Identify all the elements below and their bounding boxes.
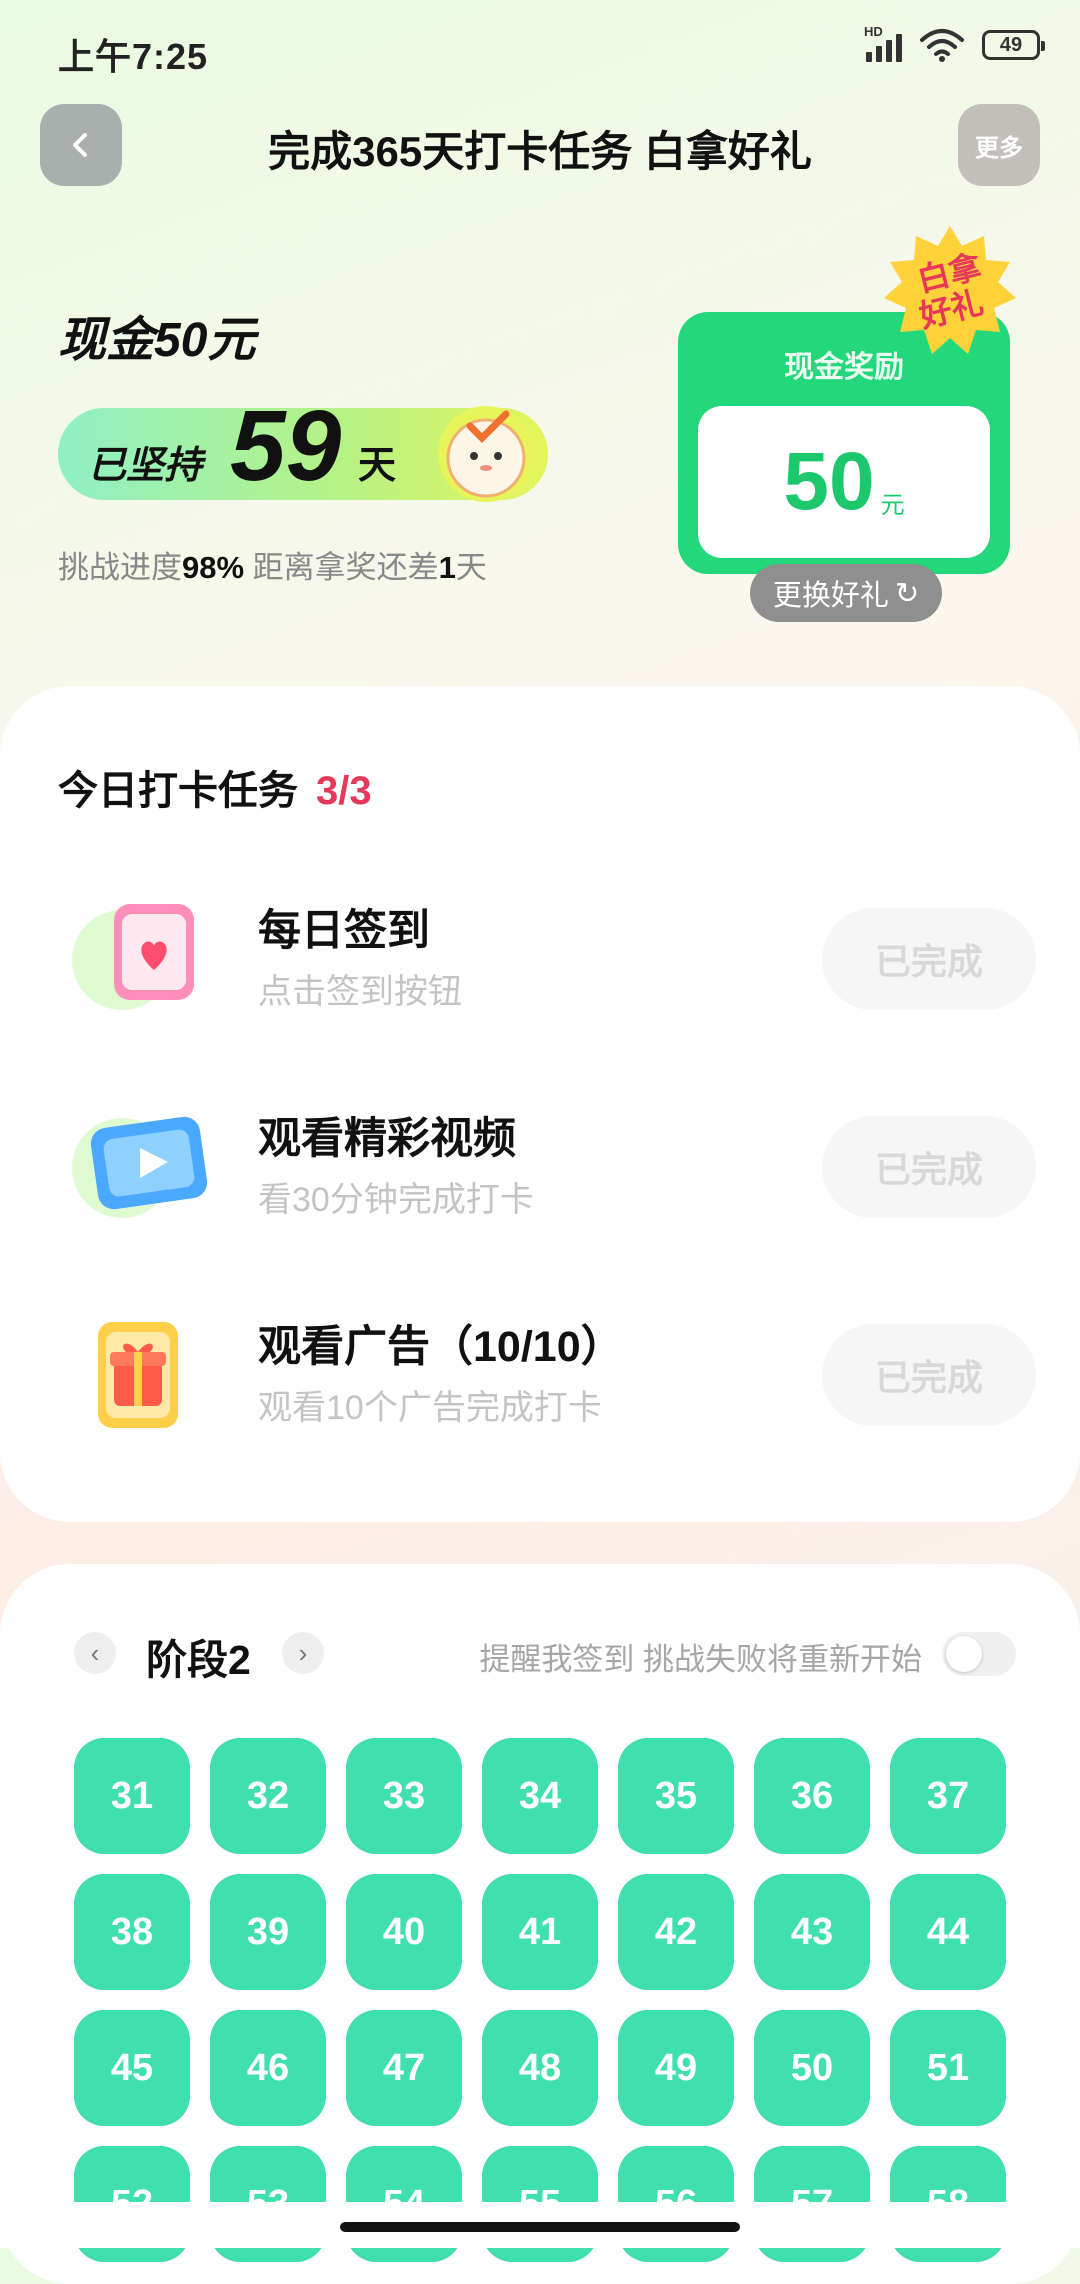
stage-prev-button[interactable]: ‹	[74, 1632, 116, 1674]
day-cell[interactable]: 50	[754, 2010, 870, 2126]
day-cell[interactable]: 36	[754, 1738, 870, 1854]
reward-amount: 50	[783, 436, 875, 527]
task-row: 观看精彩视频 看30分钟完成打卡 已完成	[0, 1086, 1080, 1236]
battery-icon: 49	[982, 30, 1045, 60]
task-name: 观看广告（10/10）	[258, 1323, 624, 1371]
mascot-icon	[438, 406, 534, 502]
day-cell[interactable]: 46	[210, 2010, 326, 2126]
tasks-heading: 今日打卡任务 3/3	[58, 769, 372, 813]
day-cell[interactable]: 41	[482, 1874, 598, 1990]
status-time: 上午7:25	[58, 36, 209, 77]
task-row: 每日签到 点击签到按钮 已完成	[0, 878, 1080, 1028]
daily-tasks-card: 今日打卡任务 3/3 每日签到 点击签到按钮 已完成 观看精彩视频 看30分钟完成…	[0, 686, 1080, 1522]
free-gift-badge: 白拿 好礼	[884, 226, 1016, 354]
task-desc: 点击签到按钮	[258, 973, 462, 1011]
day-cell[interactable]: 43	[754, 1874, 870, 1990]
home-indicator[interactable]	[340, 2222, 740, 2232]
chevron-right-icon: ›	[298, 1637, 308, 1668]
streak-prefix: 已坚持	[88, 445, 203, 487]
challenge-progress: 挑战进度98% 距离拿奖还差1天	[58, 550, 487, 585]
streak-days: 59	[230, 390, 342, 502]
stage-card: ‹ 阶段2 › 提醒我签到 挑战失败将重新开始 31 32 33 34 35 36 37 38…	[0, 1564, 1080, 2284]
day-cell[interactable]: 38	[74, 1874, 190, 1990]
reminder-label: 提醒我签到 挑战失败将重新开始	[479, 1642, 922, 1677]
day-cell[interactable]: 51	[890, 2010, 1006, 2126]
day-cell[interactable]: 44	[890, 1874, 1006, 1990]
day-cell[interactable]: 49	[618, 2010, 734, 2126]
day-cell[interactable]: 48	[482, 2010, 598, 2126]
day-cell[interactable]: 40	[346, 1874, 462, 1990]
tasks-count: 3/3	[316, 769, 372, 813]
cash-title: 现金50元	[58, 314, 256, 367]
video-play-icon	[72, 1116, 208, 1218]
day-cell[interactable]: 45	[74, 2010, 190, 2126]
day-cell[interactable]: 32	[210, 1738, 326, 1854]
reminder-toggle[interactable]	[942, 1632, 1016, 1676]
task-status-button[interactable]: 已完成	[822, 1116, 1036, 1218]
task-status-button[interactable]: 已完成	[822, 1324, 1036, 1426]
page-title: 完成365天打卡任务 白拿好礼	[268, 128, 812, 175]
day-grid: 31 32 33 34 35 36 37 38 39 40 41 42 43 44 45 46 47 48 49 50…	[74, 1738, 1014, 2262]
status-bar: 上午7:25 HD 49	[0, 0, 1080, 100]
day-cell[interactable]: 37	[890, 1738, 1006, 1854]
streak-unit: 天	[358, 445, 397, 487]
task-desc: 观看10个广告完成打卡	[258, 1389, 602, 1427]
wifi-icon	[920, 29, 964, 62]
day-cell[interactable]: 35	[618, 1738, 734, 1854]
day-cell[interactable]: 31	[74, 1738, 190, 1854]
more-button[interactable]: 更多	[958, 104, 1040, 186]
stage-next-button[interactable]: ›	[282, 1632, 324, 1674]
gift-box-icon	[98, 1322, 178, 1428]
task-desc: 看30分钟完成打卡	[258, 1181, 534, 1219]
reward-unit: 元	[880, 491, 905, 519]
task-name: 观看精彩视频	[258, 1115, 516, 1163]
task-row: 观看广告（10/10） 观看10个广告完成打卡 已完成	[0, 1294, 1080, 1444]
calendar-heart-icon	[72, 904, 194, 1010]
day-cell[interactable]: 33	[346, 1738, 462, 1854]
day-cell[interactable]: 42	[618, 1874, 734, 1990]
refresh-icon: ↻	[894, 577, 920, 610]
signal-icon: HD	[864, 24, 902, 62]
day-cell[interactable]: 34	[482, 1738, 598, 1854]
change-gift-button[interactable]: 更换好礼 ↻	[750, 564, 942, 622]
stage-name: 阶段2	[146, 1637, 251, 1683]
task-name: 每日签到	[258, 907, 430, 955]
chevron-left-icon: ‹	[90, 1637, 100, 1668]
task-status-button[interactable]: 已完成	[822, 908, 1036, 1010]
day-cell[interactable]: 39	[210, 1874, 326, 1990]
day-cell[interactable]: 47	[346, 2010, 462, 2126]
